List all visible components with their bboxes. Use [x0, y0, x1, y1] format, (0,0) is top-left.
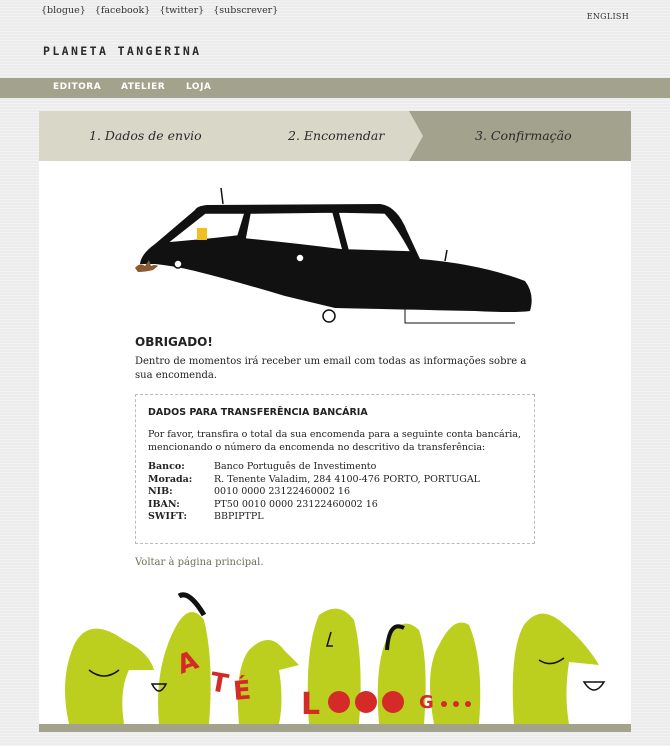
site-logo[interactable]: PLANETA TANGERINA — [43, 44, 202, 58]
back-to-home-link[interactable]: Voltar à página principal. — [135, 557, 264, 568]
nav-item-atelier[interactable]: ATELIER — [121, 82, 165, 92]
bank-transfer-title: DADOS PARA TRANSFERÊNCIA BANCÁRIA — [148, 407, 368, 418]
checkout-steps: 1. Dados de envio 2. Encomendar 3. Confi… — [39, 111, 631, 161]
sign-icon — [197, 228, 207, 240]
bank-row: SWIFT: BBPIPTPL — [148, 511, 480, 524]
step-order: 2. Encomendar — [288, 128, 385, 143]
svg-text:L: L — [301, 687, 320, 722]
bank-details: Banco: Banco Português de Investimento Mo… — [148, 461, 480, 524]
step-shipping: 1. Dados de envio — [89, 128, 202, 143]
bank-row-value: Banco Português de Investimento — [214, 461, 377, 472]
nav-item-editora[interactable]: EDITORA — [53, 82, 101, 92]
main-nav: EDITORA ATELIER LOJA — [0, 78, 670, 98]
svg-text:T: T — [208, 667, 231, 700]
bank-row-label: Morada: — [148, 473, 193, 485]
subscribe-link[interactable]: {subscrever} — [213, 5, 278, 16]
bank-row-label: NIB: — [148, 486, 173, 497]
bank-transfer-box: DADOS PARA TRANSFERÊNCIA BANCÁRIA Por fa… — [135, 394, 535, 544]
step-confirmation: 3. Confirmação — [475, 128, 572, 143]
nav-item-loja[interactable]: LOJA — [186, 82, 211, 92]
bank-row: Morada: R. Tenente Valadim, 284 4100-476 … — [148, 474, 480, 487]
bank-row: NIB: 0010 0000 23122460002 16 — [148, 486, 480, 499]
bank-row-value: 0010 0000 23122460002 16 — [214, 486, 350, 497]
twitter-link[interactable]: {twitter} — [159, 5, 204, 16]
svg-text:É: É — [232, 674, 252, 707]
facebook-link[interactable]: {facebook} — [95, 5, 151, 16]
bank-row-label: SWIFT: — [148, 511, 187, 522]
bank-row-label: Banco: — [148, 461, 185, 472]
bank-row-value: R. Tenente Valadim, 284 4100-476 PORTO, … — [214, 473, 480, 485]
bank-row-label: IBAN: — [148, 498, 180, 510]
svg-text:G: G — [419, 692, 434, 713]
limousine-illustration — [135, 187, 532, 324]
ground-strip — [39, 724, 631, 732]
top-links: {blogue} {facebook} {twitter} {subscreve… — [41, 5, 284, 16]
bank-transfer-instructions: Por favor, transfira o total da sua enco… — [148, 429, 521, 453]
language-link[interactable]: ENGLISH — [587, 12, 629, 21]
thank-you-title: OBRIGADO! — [135, 335, 213, 349]
bank-row: Banco: Banco Português de Investimento — [148, 461, 480, 474]
blog-link[interactable]: {blogue} — [41, 5, 86, 16]
bank-row: IBAN: PT50 0010 0000 23122460002 16 — [148, 499, 480, 512]
bank-row-value: BBPIPTPL — [214, 511, 264, 522]
confirmation-message: Dentro de momentos irá receber um email … — [135, 356, 527, 381]
bank-row-value: PT50 0010 0000 23122460002 16 — [214, 498, 378, 510]
creatures-illustration: A T É L G — [65, 592, 606, 724]
